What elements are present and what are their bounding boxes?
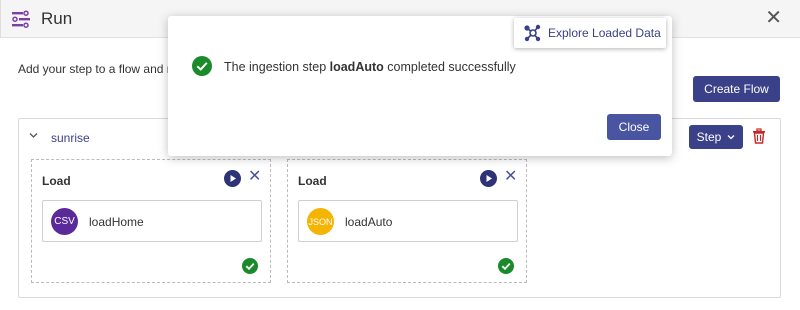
card-title: Load <box>42 174 71 188</box>
message-suffix: completed successfully <box>383 60 516 74</box>
chevron-down-icon <box>727 135 735 140</box>
step-item[interactable]: JSON loadAuto <box>298 200 518 242</box>
trash-icon[interactable] <box>752 128 766 144</box>
add-step-label: Step <box>696 130 722 144</box>
message-step-name: loadAuto <box>329 60 384 74</box>
run-step-icon[interactable] <box>480 170 497 187</box>
step-card: Load ✕ CSV loadHome <box>31 159 271 283</box>
remove-step-icon[interactable]: ✕ <box>504 168 517 186</box>
flow-name-link[interactable]: sunrise <box>51 131 90 145</box>
json-badge: JSON <box>307 208 334 235</box>
step-name: loadAuto <box>345 215 393 229</box>
step-item[interactable]: CSV loadHome <box>42 200 262 242</box>
explore-label: Explore Loaded Data <box>548 26 661 40</box>
flow-run-icon <box>12 10 30 28</box>
page-title: Run <box>41 9 73 28</box>
success-message: The ingestion step loadAuto completed su… <box>224 60 516 74</box>
step-name: loadHome <box>89 215 144 229</box>
success-check-icon <box>192 56 212 76</box>
close-icon[interactable]: ✕ <box>765 8 782 28</box>
explore-data-icon <box>524 24 541 42</box>
close-button[interactable]: Close <box>607 114 661 140</box>
run-step-icon[interactable] <box>224 170 241 187</box>
run-page: Run ✕ Add your step to a flow and ru Cre… <box>0 0 800 310</box>
csv-badge: CSV <box>51 208 78 235</box>
success-check-icon <box>242 258 258 274</box>
card-title: Load <box>298 174 327 188</box>
success-check-icon <box>498 258 514 274</box>
explore-loaded-data-button[interactable]: Explore Loaded Data <box>514 18 666 48</box>
create-flow-button[interactable]: Create Flow <box>693 76 780 102</box>
intro-text: Add your step to a flow and ru <box>18 62 178 76</box>
remove-step-icon[interactable]: ✕ <box>248 168 261 186</box>
message-prefix: The ingestion step <box>224 60 330 74</box>
step-card: Load ✕ JSON loadAuto <box>287 159 527 283</box>
success-dialog: Explore Loaded Data The ingestion step l… <box>168 16 672 156</box>
add-step-button[interactable]: Step <box>689 125 743 149</box>
chevron-down-icon[interactable] <box>29 131 38 143</box>
